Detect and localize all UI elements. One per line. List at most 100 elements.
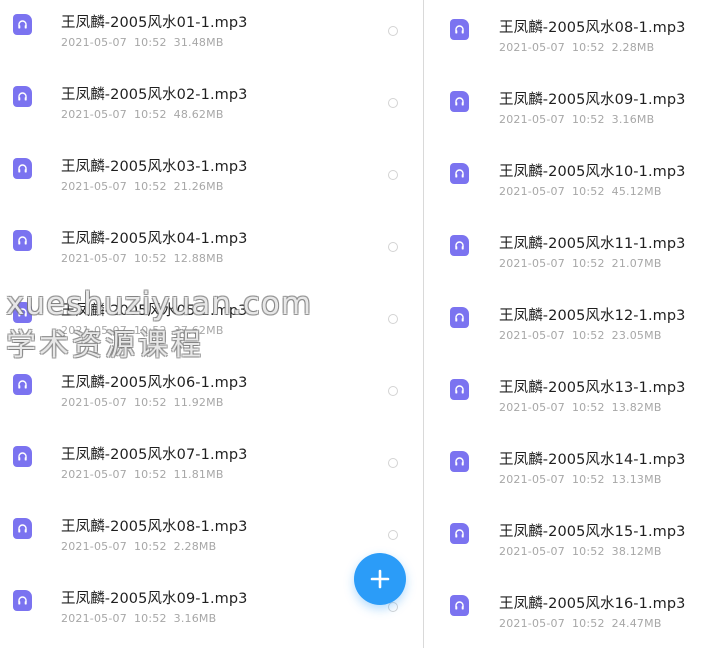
file-date: 2021-05-07: [499, 113, 565, 126]
file-size: 24.47MB: [611, 617, 662, 630]
select-radio[interactable]: [388, 602, 398, 612]
file-time: 10:52: [571, 257, 605, 270]
file-date: 2021-05-07: [61, 252, 127, 265]
file-size: 31.48MB: [173, 36, 224, 49]
file-name: 王凤麟-2005风水16-1.mp3: [499, 596, 686, 612]
audio-file-icon: [450, 163, 469, 184]
file-meta: 2021-05-07 10:52 24.47MB: [499, 617, 662, 630]
select-radio[interactable]: [388, 170, 398, 180]
file-row[interactable]: 王凤麟-2005风水06-1.mp3 2021-05-07 10:52 11.92M…: [0, 348, 423, 420]
file-meta: 2021-05-07 10:52 45.12MB: [499, 185, 662, 198]
file-row[interactable]: 王凤麟-2005风水05-1.mp3 2021-05-07 10:52 37.62M…: [0, 276, 423, 348]
file-time: 10:52: [571, 617, 605, 630]
file-time: 10:52: [571, 185, 605, 198]
audio-file-icon: [450, 19, 469, 40]
audio-file-icon: [13, 14, 32, 35]
file-time: 10:52: [133, 396, 167, 409]
file-row[interactable]: 王凤麟-2005风水15-1.mp3 2021-05-07 10:52 38.12M…: [424, 497, 720, 569]
file-row[interactable]: 王凤麟-2005风水01-1.mp3 2021-05-07 10:52 31.48M…: [0, 0, 423, 60]
file-name: 王凤麟-2005风水11-1.mp3: [499, 236, 686, 252]
file-meta: 2021-05-07 10:52 21.26MB: [61, 180, 224, 193]
select-radio[interactable]: [388, 530, 398, 540]
file-time: 10:52: [133, 36, 167, 49]
file-time: 10:52: [133, 180, 167, 193]
file-row[interactable]: 王凤麟-2005风水04-1.mp3 2021-05-07 10:52 12.88M…: [0, 204, 423, 276]
file-date: 2021-05-07: [61, 540, 127, 553]
file-row[interactable]: 王凤麟-2005风水09-1.mp3 2021-05-07 10:52 3.16MB: [424, 65, 720, 137]
file-name: 王凤麟-2005风水14-1.mp3: [499, 452, 686, 468]
file-row[interactable]: 王凤麟-2005风水13-1.mp3 2021-05-07 10:52 13.82M…: [424, 353, 720, 425]
file-row[interactable]: 王凤麟-2005风水03-1.mp3 2021-05-07 10:52 21.26M…: [0, 132, 423, 204]
file-meta: 2021-05-07 10:52 13.13MB: [499, 473, 662, 486]
select-radio[interactable]: [388, 98, 398, 108]
file-size: 37.62MB: [173, 324, 224, 337]
file-list-panel-left: 王凤麟-2005风水01-1.mp3 2021-05-07 10:52 31.48M…: [0, 0, 423, 648]
file-name: 王凤麟-2005风水08-1.mp3: [499, 20, 686, 36]
file-size: 3.16MB: [173, 612, 217, 625]
audio-file-icon: [450, 451, 469, 472]
screen: 王凤麟-2005风水01-1.mp3 2021-05-07 10:52 31.48M…: [0, 0, 720, 648]
file-size: 2.28MB: [173, 540, 217, 553]
file-row[interactable]: 王凤麟-2005风水02-1.mp3 2021-05-07 10:52 48.62M…: [0, 60, 423, 132]
file-meta: 2021-05-07 10:52 11.81MB: [61, 468, 224, 481]
file-name: 王凤麟-2005风水02-1.mp3: [61, 87, 248, 103]
audio-file-icon: [13, 86, 32, 107]
file-date: 2021-05-07: [499, 545, 565, 558]
audio-file-icon: [13, 446, 32, 467]
file-size: 11.92MB: [173, 396, 224, 409]
file-time: 10:52: [571, 41, 605, 54]
file-size: 12.88MB: [173, 252, 224, 265]
file-size: 11.81MB: [173, 468, 224, 481]
select-radio[interactable]: [388, 314, 398, 324]
file-size: 2.28MB: [611, 41, 655, 54]
file-row[interactable]: 王凤麟-2005风水08-1.mp3 2021-05-07 10:52 2.28MB: [0, 492, 423, 564]
audio-file-icon: [13, 230, 32, 251]
file-time: 10:52: [133, 468, 167, 481]
file-meta: 2021-05-07 10:52 31.48MB: [61, 36, 224, 49]
audio-file-icon: [13, 302, 32, 323]
plus-icon: [370, 569, 390, 589]
file-date: 2021-05-07: [61, 468, 127, 481]
file-name: 王凤麟-2005风水03-1.mp3: [61, 159, 248, 175]
file-row[interactable]: 王凤麟-2005风水07-1.mp3 2021-05-07 10:52 11.81M…: [0, 420, 423, 492]
file-meta: 2021-05-07 10:52 13.82MB: [499, 401, 662, 414]
file-date: 2021-05-07: [499, 617, 565, 630]
file-list-left: 王凤麟-2005风水01-1.mp3 2021-05-07 10:52 31.48M…: [0, 0, 423, 636]
file-list-panel-right: 王凤麟-2005风水08-1.mp3 2021-05-07 10:52 2.28MB…: [424, 0, 720, 648]
file-date: 2021-05-07: [499, 473, 565, 486]
file-time: 10:52: [571, 329, 605, 342]
file-time: 10:52: [571, 473, 605, 486]
audio-file-icon: [13, 518, 32, 539]
file-row[interactable]: 王凤麟-2005风水12-1.mp3 2021-05-07 10:52 23.05M…: [424, 281, 720, 353]
file-list-right: 王凤麟-2005风水08-1.mp3 2021-05-07 10:52 2.28MB…: [424, 0, 720, 641]
audio-file-icon: [13, 590, 32, 611]
file-name: 王凤麟-2005风水04-1.mp3: [61, 231, 248, 247]
select-radio[interactable]: [388, 26, 398, 36]
file-name: 王凤麟-2005风水01-1.mp3: [61, 15, 248, 31]
file-name: 王凤麟-2005风水09-1.mp3: [499, 92, 686, 108]
file-date: 2021-05-07: [499, 257, 565, 270]
file-row[interactable]: 王凤麟-2005风水11-1.mp3 2021-05-07 10:52 21.07M…: [424, 209, 720, 281]
file-row[interactable]: 王凤麟-2005风水16-1.mp3 2021-05-07 10:52 24.47M…: [424, 569, 720, 641]
file-size: 3.16MB: [611, 113, 655, 126]
file-date: 2021-05-07: [61, 108, 127, 121]
file-name: 王凤麟-2005风水05-1.mp3: [61, 303, 248, 319]
file-date: 2021-05-07: [499, 329, 565, 342]
audio-file-icon: [13, 158, 32, 179]
audio-file-icon: [450, 235, 469, 256]
select-radio[interactable]: [388, 242, 398, 252]
add-button[interactable]: [354, 553, 406, 605]
file-row[interactable]: 王凤麟-2005风水14-1.mp3 2021-05-07 10:52 13.13M…: [424, 425, 720, 497]
file-row[interactable]: 王凤麟-2005风水08-1.mp3 2021-05-07 10:52 2.28MB: [424, 0, 720, 65]
file-date: 2021-05-07: [61, 396, 127, 409]
audio-file-icon: [450, 379, 469, 400]
select-radio[interactable]: [388, 458, 398, 468]
select-radio[interactable]: [388, 386, 398, 396]
file-meta: 2021-05-07 10:52 2.28MB: [61, 540, 216, 553]
file-row[interactable]: 王凤麟-2005风水10-1.mp3 2021-05-07 10:52 45.12M…: [424, 137, 720, 209]
file-time: 10:52: [571, 113, 605, 126]
file-name: 王凤麟-2005风水06-1.mp3: [61, 375, 248, 391]
file-size: 13.82MB: [611, 401, 662, 414]
file-time: 10:52: [571, 545, 605, 558]
file-meta: 2021-05-07 10:52 11.92MB: [61, 396, 224, 409]
